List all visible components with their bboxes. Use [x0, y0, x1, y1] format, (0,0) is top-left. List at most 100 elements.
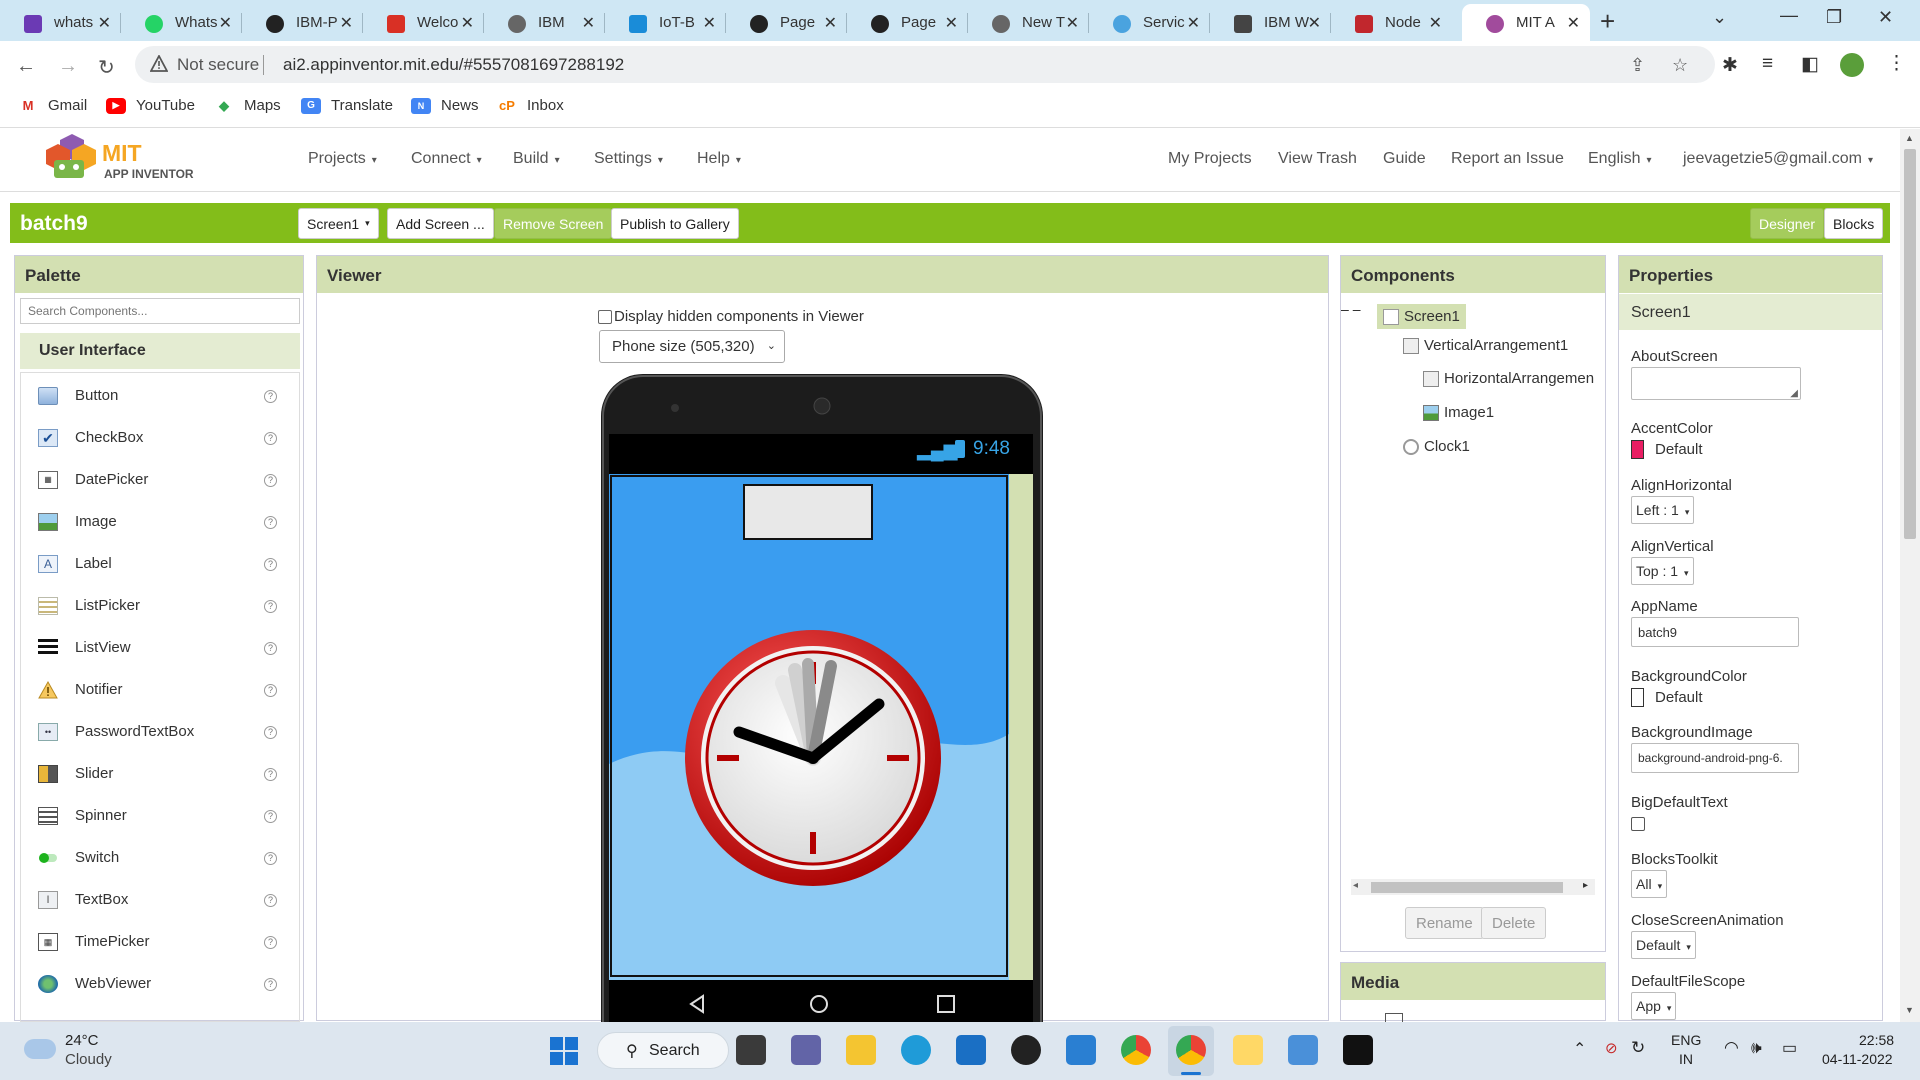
delete-button[interactable]: Delete [1481, 907, 1547, 939]
bookmark-youtube[interactable]: ▶ YouTube [106, 97, 195, 114]
chrome-icon[interactable] [1176, 1035, 1206, 1065]
accentcolor-picker[interactable]: Default [1631, 440, 1703, 459]
help-icon[interactable]: ? [264, 852, 277, 865]
alignhorizontal-select[interactable]: Left : 1 ▾ [1631, 496, 1695, 524]
media-icon[interactable]: ≡ [1762, 53, 1773, 75]
menu-build[interactable]: Build ▾ [513, 150, 560, 168]
palette-item-listpicker[interactable]: ListPicker? [21, 591, 299, 621]
page-scrollbar[interactable]: ▲ ▼ [1900, 129, 1920, 1022]
close-icon[interactable]: ✕ [1187, 13, 1200, 33]
language-menu[interactable]: English ▾ [1588, 150, 1652, 168]
clock-image[interactable] [683, 628, 943, 888]
menu-projects[interactable]: Projects ▾ [308, 150, 377, 168]
resize-handle-icon[interactable]: ◢ [1790, 388, 1798, 399]
display-hidden-checkbox[interactable]: Display hidden components in Viewer [598, 308, 864, 325]
weather-temp[interactable]: 24°C [65, 1032, 99, 1049]
palette-item-label[interactable]: A Label? [21, 549, 299, 579]
help-icon[interactable]: ? [264, 390, 277, 403]
help-icon[interactable]: ? [264, 978, 277, 991]
minimize-button[interactable]: — [1780, 5, 1798, 26]
address-bar[interactable]: Not secure ai2.appinventor.mit.edu/#5557… [135, 46, 1715, 83]
windows-start-icon[interactable] [549, 1036, 579, 1066]
publish-gallery-button[interactable]: Publish to Gallery [611, 208, 739, 239]
horizontal-scrollbar[interactable]: ◂ ▸ [1351, 879, 1595, 895]
help-icon[interactable]: ? [264, 936, 277, 949]
help-icon[interactable]: ? [264, 642, 277, 655]
volume-icon[interactable]: 🕪 [1751, 1038, 1762, 1058]
close-icon[interactable]: ✕ [1567, 13, 1580, 33]
appname-input[interactable]: batch9 [1631, 617, 1799, 647]
aboutscreen-textarea[interactable]: ◢ [1631, 367, 1801, 400]
palette-item-passwordtextbox[interactable]: •• PasswordTextBox? [21, 717, 299, 747]
browser-tab[interactable]: IoT-B ✕ [605, 4, 726, 41]
add-screen-button[interactable]: Add Screen ... [387, 208, 494, 239]
palette-item-image[interactable]: Image? [21, 507, 299, 537]
screen-select[interactable]: Screen1 ▾ [298, 208, 379, 239]
chrome-icon[interactable] [1121, 1035, 1151, 1065]
antivirus-icon[interactable]: ⊘ [1605, 1039, 1618, 1057]
blocks-button[interactable]: Blocks [1824, 208, 1884, 239]
menu-settings[interactable]: Settings ▾ [594, 150, 663, 168]
clock-time[interactable]: 22:58 [1859, 1032, 1894, 1048]
browser-tab[interactable]: Servic ✕ [1089, 4, 1210, 41]
scroll-left-icon[interactable]: ◂ [1353, 880, 1358, 891]
account-menu[interactable]: jeevagetzie5@gmail.com ▾ [1683, 150, 1873, 168]
bookmark-news[interactable]: N News [411, 97, 479, 114]
close-window-button[interactable]: ✕ [1878, 7, 1893, 28]
scroll-right-icon[interactable]: ▸ [1583, 880, 1588, 891]
palette-item-spinner[interactable]: Spinner? [21, 801, 299, 831]
browser-tab[interactable]: whats ✕ [0, 4, 121, 41]
bookmark-maps[interactable]: ◆ Maps [214, 97, 281, 114]
tab-search-icon[interactable]: ⌄ [1712, 7, 1727, 28]
file-explorer-icon[interactable] [846, 1035, 876, 1065]
palette-item-listview[interactable]: ListView? [21, 633, 299, 663]
browser-tab[interactable]: IBM ✕ [484, 4, 605, 41]
reload-icon[interactable]: ↻ [98, 55, 115, 80]
python-icon[interactable] [1233, 1035, 1263, 1065]
close-icon[interactable]: ✕ [1066, 13, 1079, 33]
menu-dots-icon[interactable]: ⋮ [1887, 52, 1906, 75]
tree-node-horizontalarrangement[interactable]: HorizontalArrangemen [1423, 370, 1594, 387]
backgroundimage-input[interactable]: background-android-png-6. [1631, 743, 1799, 773]
browser-tab[interactable]: IBM-P ✕ [242, 4, 363, 41]
forward-icon[interactable]: → [58, 55, 78, 78]
profile-avatar[interactable] [1840, 53, 1864, 77]
battery-icon[interactable]: ▭ [1782, 1038, 1797, 1058]
palette-item-slider[interactable]: Slider? [21, 759, 299, 789]
new-tab-button[interactable]: + [1600, 6, 1615, 37]
extensions-icon[interactable]: ✱ [1722, 54, 1738, 77]
category-user-interface[interactable]: User Interface [20, 333, 300, 369]
dell-icon[interactable] [1011, 1035, 1041, 1065]
link-view-trash[interactable]: View Trash [1278, 150, 1357, 168]
blockstoolkit-select[interactable]: All ▾ [1631, 870, 1668, 898]
close-icon[interactable]: ✕ [582, 13, 595, 33]
designer-button[interactable]: Designer [1750, 208, 1825, 239]
bookmark-translate[interactable]: G Translate [301, 97, 393, 114]
scroll-up-icon[interactable]: ▲ [1905, 133, 1914, 143]
teams-icon[interactable] [791, 1035, 821, 1065]
weather-cloud-icon[interactable] [24, 1039, 56, 1059]
phone-size-select[interactable]: Phone size (505,320) ⌄ [599, 330, 785, 363]
tree-node-screen1[interactable]: Screen1 [1377, 304, 1466, 329]
tree-node-verticalarrangement1[interactable]: VerticalArrangement1 [1403, 337, 1568, 354]
remove-screen-button[interactable]: Remove Screen [494, 208, 613, 239]
close-icon[interactable]: ✕ [824, 13, 837, 33]
help-icon[interactable]: ? [264, 600, 277, 613]
browser-tab[interactable]: New T ✕ [968, 4, 1089, 41]
help-icon[interactable]: ? [264, 768, 277, 781]
menu-connect[interactable]: Connect ▾ [411, 150, 482, 168]
chevron-up-icon[interactable]: ⌃ [1573, 1039, 1586, 1059]
palette-item-notifier[interactable]: Notifier? [21, 675, 299, 705]
browser-tab[interactable]: Page ✕ [847, 4, 968, 41]
bookmark-gmail[interactable]: M Gmail [18, 97, 88, 114]
rename-button[interactable]: Rename [1405, 907, 1484, 939]
close-icon[interactable]: ✕ [461, 13, 474, 33]
help-icon[interactable]: ? [264, 474, 277, 487]
browser-tab[interactable]: Whats ✕ [121, 4, 242, 41]
language-eng[interactable]: ENG [1671, 1032, 1701, 1048]
browser-tab[interactable]: IBM W ✕ [1210, 4, 1331, 41]
horizontal-arrangement-preview[interactable] [743, 484, 873, 540]
mail-icon[interactable] [956, 1035, 986, 1065]
collapse-icon[interactable]: – [1353, 301, 1361, 317]
close-icon[interactable]: ✕ [703, 13, 716, 33]
